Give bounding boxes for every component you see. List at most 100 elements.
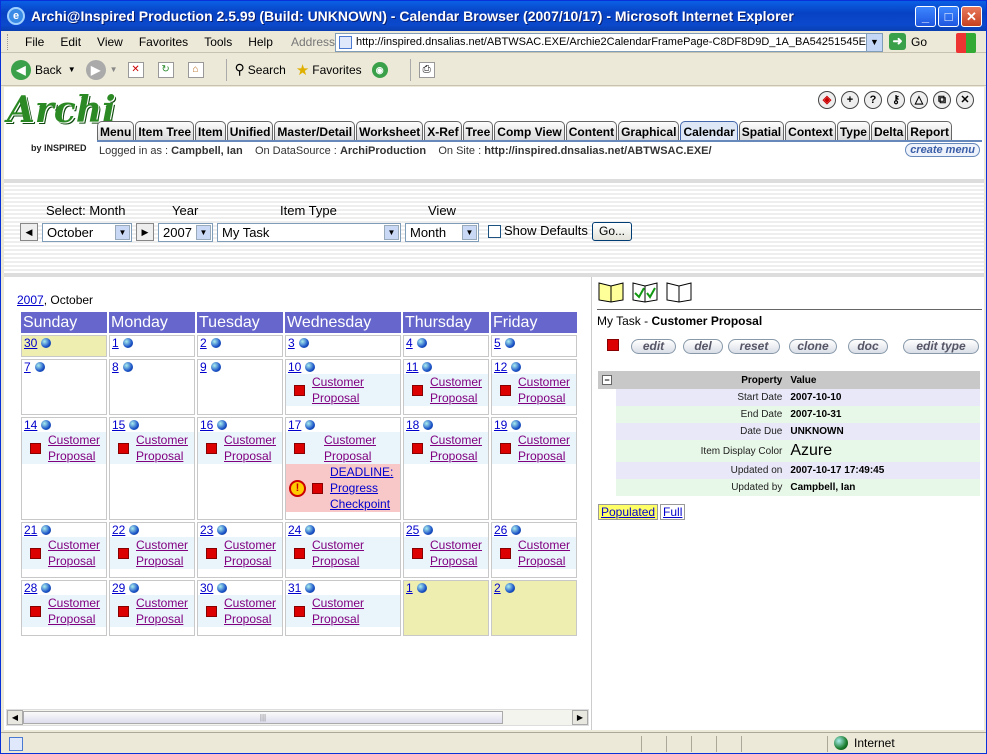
event-link[interactable]: Customer Proposal xyxy=(430,537,482,569)
deadline-item[interactable]: ! DEADLINE: Progress Checkpoint xyxy=(286,464,400,512)
globe-icon[interactable] xyxy=(305,583,316,593)
day-cell[interactable]: 26 Customer Proposal xyxy=(491,522,577,578)
event-item[interactable]: Customer Proposal xyxy=(286,537,400,569)
event-item[interactable]: Customer Proposal xyxy=(404,537,488,569)
event-link[interactable]: Customer Proposal xyxy=(224,432,276,464)
address-dropdown[interactable]: ▼ xyxy=(866,34,882,51)
event-link[interactable]: Customer Proposal xyxy=(224,537,276,569)
day-number[interactable]: 3 xyxy=(286,336,295,350)
clone-button[interactable]: clone xyxy=(789,339,837,354)
event-item[interactable]: Customer Proposal xyxy=(22,595,106,627)
globe-icon[interactable] xyxy=(217,420,228,430)
day-cell[interactable]: 17 Customer Proposal ! DEADLINE: Progress Ch… xyxy=(285,417,401,520)
search-button[interactable]: ⚲ Search xyxy=(235,61,286,78)
tab-spatial[interactable]: Spatial xyxy=(738,121,785,141)
day-cell[interactable]: 1 xyxy=(403,580,489,636)
globe-icon[interactable] xyxy=(416,583,427,593)
day-number[interactable]: 25 xyxy=(404,523,419,537)
event-link[interactable]: Customer Proposal xyxy=(136,537,188,569)
globe-icon[interactable] xyxy=(129,525,140,535)
event-link[interactable]: Customer Proposal xyxy=(312,537,364,569)
event-link[interactable]: Customer Proposal xyxy=(324,432,376,464)
windows-icon[interactable]: ⧉ xyxy=(933,91,951,109)
tab-graphical[interactable]: Graphical xyxy=(618,121,680,141)
add-icon[interactable]: + xyxy=(841,91,859,109)
collapse-toggle[interactable]: − xyxy=(598,371,616,389)
event-item[interactable]: Customer Proposal xyxy=(286,374,400,406)
event-item[interactable]: Customer Proposal xyxy=(198,595,282,627)
day-number[interactable]: 30 xyxy=(22,336,37,350)
item-type-select[interactable]: My Task ▼ xyxy=(217,223,401,242)
event-link[interactable]: Customer Proposal xyxy=(312,374,364,406)
day-number[interactable]: 7 xyxy=(22,360,31,374)
event-link[interactable]: Customer Proposal xyxy=(518,537,570,569)
globe-icon[interactable] xyxy=(305,525,316,535)
day-cell[interactable]: 5 xyxy=(491,335,577,357)
event-item[interactable]: Customer Proposal xyxy=(286,432,400,464)
key-icon[interactable]: ⚷ xyxy=(887,91,905,109)
day-cell[interactable]: 8 xyxy=(109,359,195,415)
event-link[interactable]: Customer Proposal xyxy=(518,374,570,406)
day-number[interactable]: 12 xyxy=(492,360,507,374)
globe-icon[interactable] xyxy=(41,583,52,593)
day-number[interactable]: 8 xyxy=(110,360,119,374)
event-item[interactable]: Customer Proposal xyxy=(404,374,488,406)
event-item[interactable]: Customer Proposal xyxy=(492,432,576,464)
event-item[interactable]: Customer Proposal xyxy=(492,537,576,569)
doc-button[interactable]: doc xyxy=(848,339,888,354)
globe-icon[interactable] xyxy=(217,525,228,535)
prev-month-button[interactable]: ◀ xyxy=(20,223,38,241)
scroll-thumb[interactable]: ||| xyxy=(23,711,503,724)
globe-icon[interactable] xyxy=(34,362,45,372)
tab-unified[interactable]: Unified xyxy=(226,121,274,141)
year-link[interactable]: 2007 xyxy=(17,293,44,307)
tab-report[interactable]: Report xyxy=(907,121,952,141)
horizontal-scrollbar[interactable]: ◀ ||| ▶ xyxy=(6,709,589,726)
close-button[interactable]: ✕ xyxy=(961,6,982,27)
day-number[interactable]: 31 xyxy=(286,581,301,595)
day-cell[interactable]: 4 xyxy=(403,335,489,357)
event-item[interactable]: Customer Proposal xyxy=(22,537,106,569)
day-number[interactable]: 19 xyxy=(492,418,507,432)
event-link[interactable]: Customer Proposal xyxy=(430,432,482,464)
event-item[interactable]: Customer Proposal xyxy=(198,537,282,569)
globe-icon[interactable] xyxy=(298,338,309,348)
day-cell[interactable]: 31 Customer Proposal xyxy=(285,580,401,636)
event-link[interactable]: Customer Proposal xyxy=(48,537,100,569)
day-cell[interactable]: 18 Customer Proposal xyxy=(403,417,489,520)
next-month-button[interactable]: ▶ xyxy=(136,223,154,241)
day-number[interactable]: 2 xyxy=(198,336,207,350)
event-link[interactable]: Customer Proposal xyxy=(136,432,188,464)
globe-icon[interactable] xyxy=(416,338,427,348)
globe-icon[interactable] xyxy=(305,362,316,372)
forward-button[interactable]: ▶ ▼ xyxy=(85,59,118,80)
scroll-left-button[interactable]: ◀ xyxy=(7,710,23,725)
globe-icon[interactable] xyxy=(122,338,133,348)
refresh-button[interactable]: ↻ xyxy=(157,61,178,78)
day-cell[interactable]: 24 Customer Proposal xyxy=(285,522,401,578)
day-number[interactable]: 11 xyxy=(404,360,418,374)
menu-tools[interactable]: Tools xyxy=(196,35,240,49)
day-cell[interactable]: 30 Customer Proposal xyxy=(197,580,283,636)
checked-book-icon[interactable] xyxy=(631,279,659,303)
reset-button[interactable]: reset xyxy=(728,339,780,354)
globe-icon[interactable] xyxy=(41,338,52,348)
event-item[interactable]: Customer Proposal xyxy=(110,537,194,569)
minimize-button[interactable]: _ xyxy=(915,6,936,27)
globe-icon[interactable] xyxy=(423,420,434,430)
day-number[interactable]: 14 xyxy=(22,418,37,432)
day-cell[interactable]: 28 Customer Proposal xyxy=(21,580,107,636)
media-button[interactable]: ◉ xyxy=(371,61,392,78)
day-cell[interactable]: 2 xyxy=(491,580,577,636)
day-cell[interactable]: 19 Customer Proposal xyxy=(491,417,577,520)
tab-master-detail[interactable]: Master/Detail xyxy=(274,121,356,141)
tab-comp-view[interactable]: Comp View xyxy=(494,121,565,141)
menu-help[interactable]: Help xyxy=(240,35,281,49)
event-item[interactable]: Customer Proposal xyxy=(404,432,488,464)
event-item[interactable]: Customer Proposal xyxy=(22,432,106,464)
day-cell[interactable]: 30 xyxy=(21,335,107,357)
tab-x-ref[interactable]: X-Ref xyxy=(424,121,462,141)
menu-file[interactable]: File xyxy=(17,35,52,49)
close-page-icon[interactable]: ✕ xyxy=(956,91,974,109)
edit-button[interactable]: edit xyxy=(631,339,676,354)
